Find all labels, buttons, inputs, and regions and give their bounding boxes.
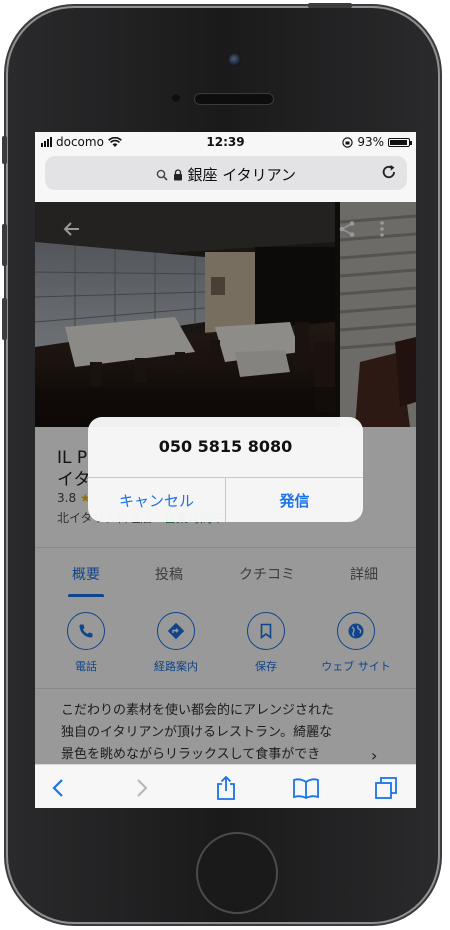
home-button[interactable]: [196, 832, 278, 914]
bookmarks-button[interactable]: [291, 775, 321, 801]
call-button[interactable]: 発信: [226, 478, 363, 522]
chevron-left-icon: [52, 779, 63, 797]
book-icon: [293, 778, 319, 799]
reload-icon[interactable]: [379, 162, 399, 182]
share-button[interactable]: [211, 775, 241, 801]
battery-icon: [388, 137, 412, 147]
back-button[interactable]: [43, 775, 73, 801]
forward-button[interactable]: [127, 775, 157, 801]
front-camera: [229, 54, 241, 66]
volume-up-button: [2, 224, 7, 266]
mute-switch: [2, 136, 7, 164]
url-field[interactable]: 銀座 イタリアン: [45, 156, 407, 190]
search-icon: [156, 169, 168, 181]
chevron-right-icon: [137, 779, 148, 797]
volume-down-button: [2, 298, 7, 340]
phone-number: 050 5815 8080: [158, 437, 293, 456]
browser-toolbar: [35, 764, 416, 808]
power-button: [308, 3, 352, 8]
battery-percent: 93%: [357, 135, 384, 149]
tabs-icon: [375, 777, 397, 799]
proximity-sensor: [172, 94, 180, 102]
earpiece-speaker: [194, 93, 274, 105]
orientation-lock-icon: [342, 136, 354, 148]
status-bar: docomo 12:39 93%: [35, 132, 416, 152]
cancel-button[interactable]: キャンセル: [88, 478, 225, 522]
browser-address-bar: 銀座 イタリアン: [35, 152, 416, 202]
url-text: 銀座 イタリアン: [187, 166, 297, 184]
call-alert-dialog: 050 5815 8080 キャンセル 発信: [88, 417, 363, 522]
screen: docomo 12:39 93% 銀座 イタリアン IL P イタ 3.8 ★ …: [35, 132, 416, 808]
share-sheet-icon: [217, 775, 235, 800]
tabs-button[interactable]: [371, 775, 401, 801]
lock-icon: [173, 169, 182, 181]
